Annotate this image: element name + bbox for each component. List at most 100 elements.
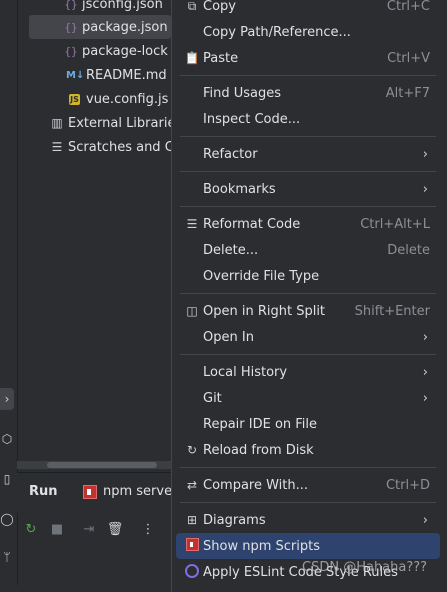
reload-icon: ↻ bbox=[186, 443, 198, 457]
menu-item-git[interactable]: Git › bbox=[176, 385, 440, 411]
terminal-tool-icon[interactable]: ▯ bbox=[0, 468, 14, 490]
menu-item-reload-from-disk[interactable]: ↻ Reload from Disk bbox=[176, 437, 440, 463]
menu-item-label: Show npm Scripts bbox=[203, 538, 320, 554]
menu-item-shortcut: Ctrl+D bbox=[385, 477, 430, 493]
chevron-right-icon: › bbox=[422, 512, 428, 528]
menu-item-label: Delete... bbox=[203, 242, 259, 258]
trash-icon[interactable]: 🗑 bbox=[106, 520, 124, 538]
chevron-right-icon: › bbox=[422, 390, 428, 406]
menu-item-label: Diagrams bbox=[203, 512, 266, 528]
git-tool-icon[interactable]: ᛘ bbox=[0, 546, 14, 568]
menu-item-label: Git bbox=[203, 390, 222, 406]
chevron-right-icon: › bbox=[422, 364, 428, 380]
more-options-icon[interactable]: ⋮ bbox=[139, 520, 157, 538]
menu-separator bbox=[180, 293, 436, 294]
run-panel-title: Run bbox=[29, 484, 58, 499]
npm-icon bbox=[83, 484, 97, 499]
menu-item-diagrams[interactable]: ⊞ Diagrams › bbox=[176, 507, 440, 533]
menu-item-label: Bookmarks bbox=[203, 181, 276, 197]
rerun-icon[interactable]: ↻ bbox=[22, 520, 40, 538]
tree-item-package-lock[interactable]: {} package-lock bbox=[62, 39, 168, 63]
menu-separator bbox=[180, 467, 436, 468]
run-toolbar: ↻ ■ ⇥ 🗑 ⋮ bbox=[17, 514, 177, 544]
tree-item-readme[interactable]: M↓ README.md bbox=[66, 63, 167, 87]
menu-item-open-in[interactable]: Open In › bbox=[176, 324, 440, 350]
menu-separator bbox=[180, 206, 436, 207]
menu-item-shortcut: Ctrl+C bbox=[386, 0, 430, 14]
horizontal-scrollbar[interactable] bbox=[17, 461, 172, 469]
menu-item-label: Inspect Code... bbox=[203, 111, 301, 127]
tree-item-label: README.md bbox=[86, 67, 167, 83]
menu-separator bbox=[180, 136, 436, 137]
menu-item-shortcut: Shift+Enter bbox=[354, 303, 430, 319]
markdown-file-icon: M↓ bbox=[66, 69, 85, 81]
chevron-right-icon: › bbox=[422, 181, 428, 197]
menu-item-reformat-code[interactable]: ☰ Reformat Code Ctrl+Alt+L bbox=[176, 211, 440, 237]
npm-icon bbox=[181, 538, 203, 554]
menu-item-label: Reformat Code bbox=[203, 216, 301, 232]
tree-item-external-libraries[interactable]: ▥ External Librarie bbox=[48, 111, 175, 135]
chevron-right-icon: › bbox=[422, 329, 428, 345]
chevron-right-icon: › bbox=[422, 146, 428, 162]
menu-item-label: Reload from Disk bbox=[203, 442, 314, 458]
problems-tool-icon[interactable]: ◯ bbox=[0, 508, 14, 530]
run-tab-label: npm serve bbox=[103, 484, 173, 499]
menu-item-repair-ide[interactable]: Repair IDE on File bbox=[176, 411, 440, 437]
menu-item-label: Override File Type bbox=[203, 268, 320, 284]
menu-separator bbox=[180, 171, 436, 172]
run-tool-icon[interactable]: › bbox=[0, 388, 14, 410]
tree-item-scratches[interactable]: ☰ Scratches and C bbox=[48, 135, 174, 159]
reformat-icon: ☰ bbox=[186, 217, 198, 231]
run-panel-header: Run npm serve bbox=[17, 472, 177, 513]
scrollbar-thumb[interactable] bbox=[47, 462, 157, 468]
soft-wrap-icon[interactable]: ⇥ bbox=[80, 520, 98, 538]
menu-item-copy[interactable]: ⧉ Copy Ctrl+C bbox=[176, 0, 440, 19]
menu-item-label: Refactor bbox=[203, 146, 258, 162]
menu-item-label: Open In bbox=[203, 329, 254, 345]
menu-item-label: Repair IDE on File bbox=[203, 416, 318, 432]
scratches-icon: ☰ bbox=[51, 140, 63, 154]
menu-item-shortcut: Delete bbox=[387, 242, 430, 258]
menu-separator bbox=[180, 354, 436, 355]
menu-item-label: Local History bbox=[203, 364, 288, 380]
stop-icon[interactable]: ■ bbox=[48, 520, 66, 538]
tree-item-label: External Librarie bbox=[68, 115, 176, 131]
services-tool-icon[interactable]: ⬡ bbox=[0, 428, 14, 450]
menu-item-label: Copy bbox=[203, 0, 236, 14]
eslint-icon bbox=[181, 563, 203, 581]
menu-item-label: Copy Path/Reference... bbox=[203, 24, 351, 40]
menu-separator bbox=[180, 75, 436, 76]
js-file-icon: JS bbox=[69, 93, 80, 105]
paste-icon: 📋 bbox=[184, 51, 200, 65]
json-file-icon: {} bbox=[64, 0, 78, 11]
menu-item-inspect-code[interactable]: Inspect Code... bbox=[176, 106, 440, 132]
json-file-icon: {} bbox=[64, 20, 78, 34]
menu-item-compare-with[interactable]: ⇄ Compare With... Ctrl+D bbox=[176, 472, 440, 498]
run-tab-npm-serve[interactable]: npm serve bbox=[83, 484, 172, 499]
tree-item-vue-config[interactable]: JS vue.config.js bbox=[66, 87, 168, 111]
context-menu: ⧉ Copy Ctrl+C Copy Path/Reference... 📋 P… bbox=[171, 0, 447, 592]
tree-item-package-json[interactable]: {} package.json bbox=[29, 15, 171, 39]
menu-item-local-history[interactable]: Local History › bbox=[176, 359, 440, 385]
tree-item-label: Scratches and C bbox=[68, 139, 174, 155]
tree-item-jsconfig[interactable]: {} jsconfig.json bbox=[62, 0, 163, 16]
menu-item-bookmarks[interactable]: Bookmarks › bbox=[176, 176, 440, 202]
tree-item-label: jsconfig.json bbox=[82, 0, 163, 12]
diagram-icon: ⊞ bbox=[186, 513, 198, 527]
menu-item-shortcut: Ctrl+Alt+L bbox=[360, 216, 430, 232]
compare-icon: ⇄ bbox=[186, 478, 198, 492]
menu-item-open-right-split[interactable]: ◫ Open in Right Split Shift+Enter bbox=[176, 298, 440, 324]
menu-item-paste[interactable]: 📋 Paste Ctrl+V bbox=[176, 45, 440, 71]
tree-item-label: package-lock bbox=[82, 43, 168, 59]
menu-item-delete[interactable]: Delete... Delete bbox=[176, 237, 440, 263]
watermark: CSDN @Hahaha??? bbox=[302, 560, 428, 575]
split-icon: ◫ bbox=[186, 304, 198, 318]
menu-item-copy-path[interactable]: Copy Path/Reference... bbox=[176, 19, 440, 45]
menu-item-override-file-type[interactable]: Override File Type bbox=[176, 263, 440, 289]
menu-item-show-npm-scripts[interactable]: Show npm Scripts bbox=[176, 533, 440, 559]
tree-item-label: package.json bbox=[82, 19, 168, 35]
library-icon: ▥ bbox=[51, 116, 63, 130]
menu-item-find-usages[interactable]: Find Usages Alt+F7 bbox=[176, 80, 440, 106]
menu-item-label: Find Usages bbox=[203, 85, 282, 101]
menu-item-refactor[interactable]: Refactor › bbox=[176, 141, 440, 167]
